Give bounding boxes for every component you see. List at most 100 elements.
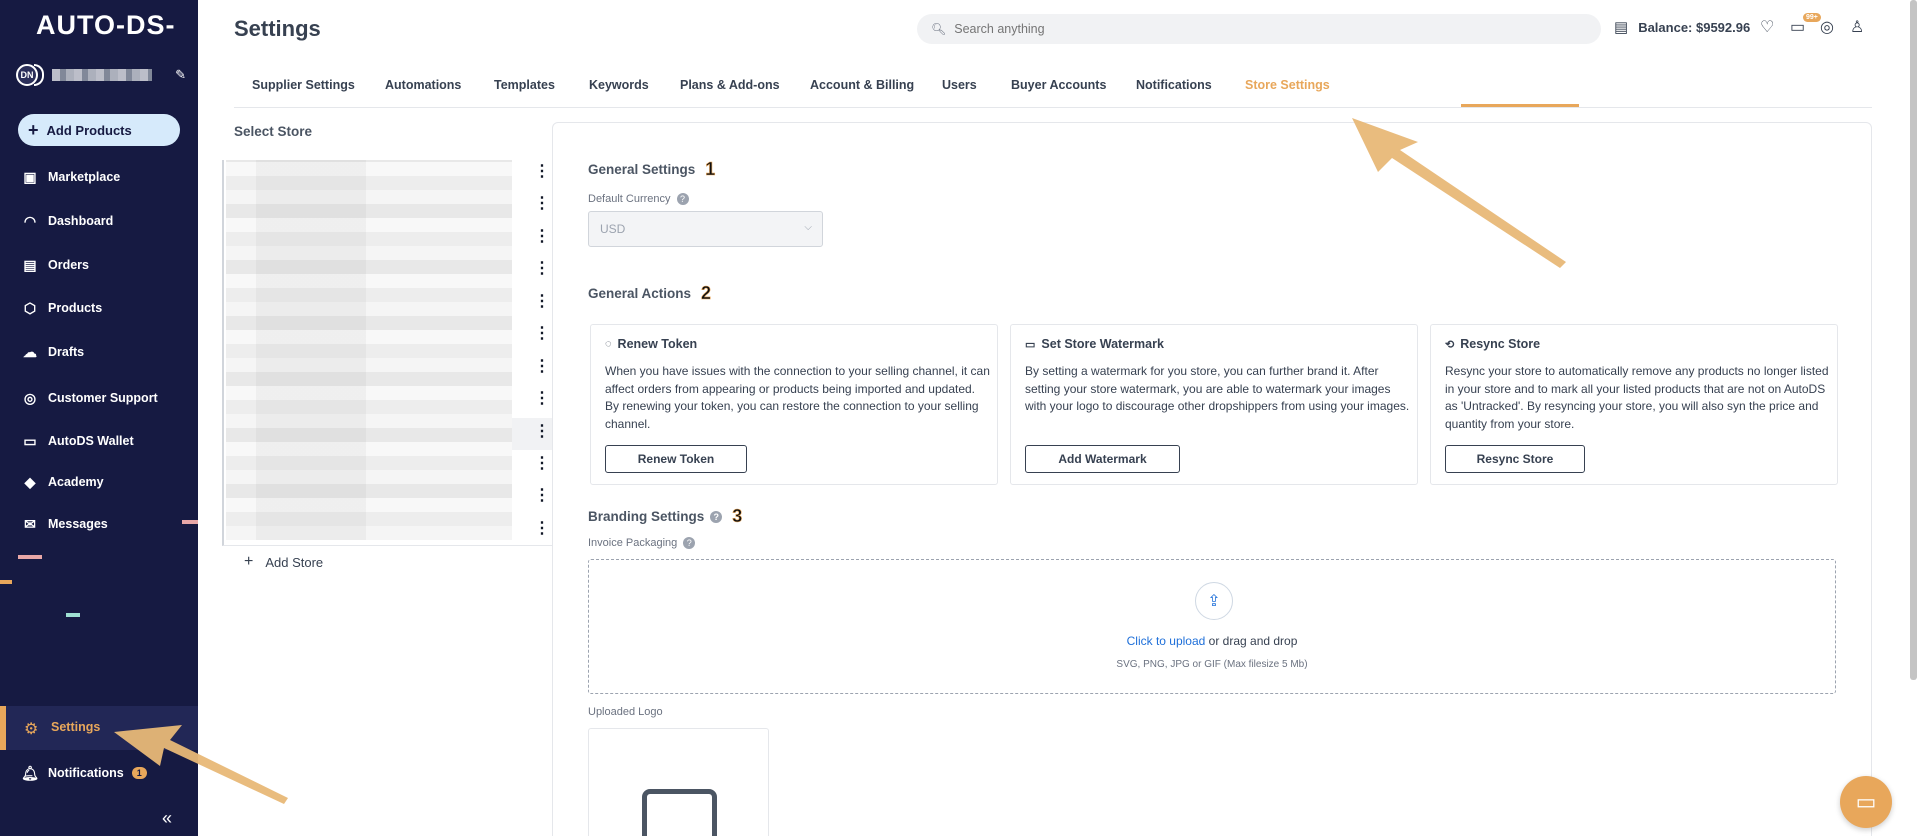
tab-store-settings[interactable]: Store Settings <box>1245 78 1330 92</box>
sidebar-item-marketplace[interactable]: ▣ Marketplace <box>22 165 192 189</box>
store-names-redacted <box>226 160 512 540</box>
renew-token-button[interactable]: Renew Token <box>605 445 747 473</box>
tab-templates[interactable]: Templates <box>494 78 555 92</box>
receipt-icon: ▤ <box>1614 19 1629 36</box>
tab-notifications[interactable]: Notifications <box>1136 78 1212 92</box>
sidebar-item-dashboard[interactable]: ◠ Dashboard <box>22 209 192 233</box>
page-scrollbar[interactable] <box>1910 0 1917 680</box>
autods-logo[interactable]: AUTO-DS- <box>36 10 176 41</box>
support-lifebuoy-icon[interactable]: ◎ <box>1820 17 1834 37</box>
card-title-text: Resync Store <box>1460 337 1541 351</box>
tab-automations[interactable]: Automations <box>385 78 461 92</box>
store-menu-kebab-icon[interactable]: ⋮ <box>534 456 550 472</box>
tab-users[interactable]: Users <box>942 78 977 92</box>
sidebar-item-label: Messages <box>48 517 108 531</box>
avatar-ring-icon <box>34 64 44 86</box>
collapse-sidebar-icon[interactable]: « <box>162 808 172 829</box>
store-menu-kebab-icon[interactable]: ⋮ <box>534 164 550 180</box>
sidebar-item-orders[interactable]: ▤ Orders <box>22 253 192 277</box>
store-menu-kebab-icon[interactable]: ⋮ <box>534 488 550 504</box>
live-chat-button[interactable]: ▭ <box>1840 776 1892 828</box>
store-menu-kebab-icon[interactable]: ⋮ <box>534 294 550 310</box>
uploaded-logo-preview <box>588 728 769 836</box>
tab-account-billing[interactable]: Account & Billing <box>810 78 914 92</box>
refresh-icon: ◌ <box>605 338 612 350</box>
general-actions-heading: General Actions 2 <box>588 283 711 304</box>
graduation-cap-icon: ◆ <box>24 473 36 490</box>
click-to-upload-link[interactable]: Click to upload <box>1127 634 1206 648</box>
store-menu-kebab-icon[interactable]: ⋮ <box>534 391 550 407</box>
default-currency-value: USD <box>600 222 626 236</box>
step-number-annotation: 2 <box>701 283 712 304</box>
sidebar-item-settings[interactable]: ⚙ Settings <box>0 706 198 750</box>
sidebar-item-label: AutoDS Wallet <box>48 434 134 448</box>
sidebar-item-messages[interactable]: ✉ Messages <box>22 512 192 536</box>
gauge-icon: ◠ <box>23 212 37 229</box>
sidebar-item-label: Customer Support <box>48 391 158 405</box>
help-icon[interactable]: ? <box>683 537 696 549</box>
general-actions-title: General Actions <box>588 286 692 301</box>
store-menu-kebab-icon[interactable]: ⋮ <box>534 261 550 277</box>
image-placeholder-icon <box>642 789 717 836</box>
plus-icon: + <box>244 553 254 570</box>
search-bar[interactable]: 🔍︎ <box>917 14 1601 44</box>
decorative-mark <box>182 520 198 524</box>
heart-icon[interactable]: ♡ <box>1760 17 1774 37</box>
tab-keywords[interactable]: Keywords <box>589 78 649 92</box>
sync-icon: ⟲ <box>1445 338 1455 351</box>
pencil-icon[interactable]: ✎ <box>175 67 186 83</box>
store-menu-kebab-icon[interactable]: ⋮ <box>534 326 550 342</box>
card-title-text: Set Store Watermark <box>1041 337 1164 351</box>
search-input[interactable] <box>954 22 1555 36</box>
help-icon[interactable]: ? <box>676 193 689 205</box>
user-profile-icon[interactable]: ♙ <box>1850 17 1864 37</box>
sidebar-item-drafts[interactable]: ☁ Drafts <box>22 340 192 364</box>
chat-bubble-icon: ▭ <box>1855 789 1877 814</box>
sidebar-item-label: Academy <box>48 475 104 489</box>
upload-instruction-rest: or drag and drop <box>1205 634 1298 648</box>
sidebar-item-label: Marketplace <box>48 170 121 184</box>
search-icon: 🔍︎ <box>931 22 947 36</box>
active-tab-indicator <box>1461 104 1579 107</box>
sidebar-item-customer-support[interactable]: ◎ Customer Support <box>22 386 192 410</box>
sidebar-item-academy[interactable]: ◆ Academy <box>22 470 192 494</box>
resync-store-card: ⟲ Resync Store Resync your store to auto… <box>1430 324 1838 485</box>
tab-buyer-accounts[interactable]: Buyer Accounts <box>1011 78 1106 92</box>
renew-token-card-title: ◌ Renew Token <box>605 337 697 351</box>
sidebar-item-label: Orders <box>48 258 89 272</box>
add-products-button[interactable]: + Add Products <box>18 114 180 146</box>
sidebar-item-label: Dashboard <box>48 214 114 228</box>
sidebar-item-products[interactable]: ⬡ Products <box>22 296 192 320</box>
store-menu-kebab-icon[interactable]: ⋮ <box>534 359 550 375</box>
resync-store-description: Resync your store to automatically remov… <box>1445 364 1829 431</box>
plus-icon: + <box>28 119 39 140</box>
decorative-mark <box>66 613 80 617</box>
help-icon[interactable]: ? <box>710 510 723 523</box>
balance-display[interactable]: ▤ Balance: $9592.96 <box>1614 18 1750 36</box>
store-menu-kebab-icon[interactable]: ⋮ <box>534 521 550 537</box>
invoice-upload-dropzone[interactable]: ⇪ Click to upload or drag and drop SVG, … <box>588 559 1836 694</box>
set-store-watermark-card-title: ▭ Set Store Watermark <box>1025 337 1164 351</box>
add-watermark-button[interactable]: Add Watermark <box>1025 445 1180 473</box>
sidebar-item-label: Products <box>48 301 103 315</box>
set-store-watermark-description: By setting a watermark for you store, yo… <box>1025 364 1410 413</box>
tab-plans-add-ons[interactable]: Plans & Add-ons <box>680 78 780 92</box>
default-currency-select[interactable]: USD ⌵ <box>588 211 823 247</box>
sidebar-item-notifications[interactable]: 🔔︎ Notifications 1 <box>21 761 192 785</box>
uploaded-logo-label: Uploaded Logo <box>588 706 663 718</box>
general-settings-heading: General Settings 1 <box>588 159 716 180</box>
general-settings-title: General Settings <box>588 162 696 177</box>
add-store-button[interactable]: + Add Store <box>244 553 323 571</box>
sidebar: AUTO-DS- DN ✎ + Add Products ▣ Marketpla… <box>0 0 198 836</box>
store-menu-kebab-icon[interactable]: ⋮ <box>534 229 550 245</box>
bell-icon: 🔔︎ <box>21 764 39 781</box>
tab-supplier-settings[interactable]: Supplier Settings <box>252 78 355 92</box>
store-icon: ▣ <box>23 168 37 185</box>
sidebar-item-autods-wallet[interactable]: ▭ AutoDS Wallet <box>22 429 192 453</box>
store-menu-kebab-icon[interactable]: ⋮ <box>534 196 550 212</box>
resync-store-card-title: ⟲ Resync Store <box>1445 337 1540 351</box>
user-account-row[interactable]: DN ✎ <box>16 63 186 87</box>
store-menu-kebab-icon[interactable]: ⋮ <box>534 424 550 440</box>
resync-store-button[interactable]: Resync Store <box>1445 445 1585 473</box>
step-number-annotation: 3 <box>732 506 743 527</box>
